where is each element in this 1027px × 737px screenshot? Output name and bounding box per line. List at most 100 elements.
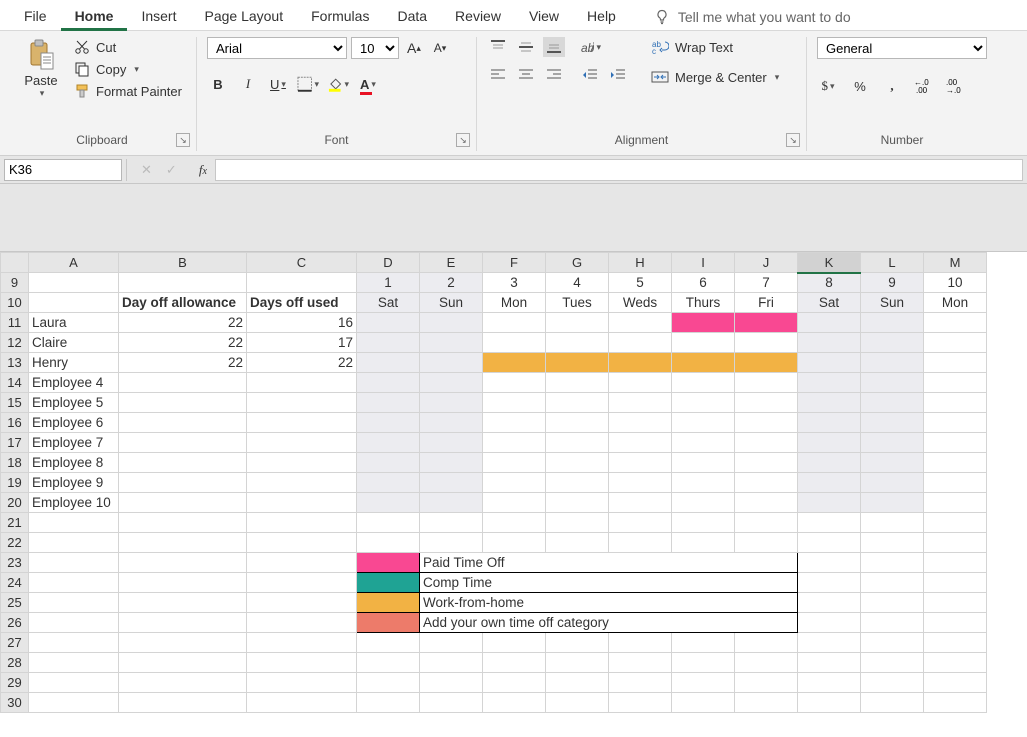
col-header-J[interactable]: J xyxy=(735,253,798,273)
decrease-font-icon[interactable]: A▾ xyxy=(429,37,451,59)
cell[interactable] xyxy=(420,533,483,553)
day-cell[interactable] xyxy=(609,373,672,393)
bold-button[interactable]: B xyxy=(207,73,229,95)
day-cell[interactable] xyxy=(357,313,420,333)
cell[interactable] xyxy=(420,653,483,673)
cell[interactable] xyxy=(29,573,119,593)
day-cell[interactable] xyxy=(672,373,735,393)
cell[interactable] xyxy=(247,553,357,573)
day-cell[interactable] xyxy=(672,473,735,493)
cell[interactable] xyxy=(924,633,987,653)
used-value[interactable] xyxy=(247,473,357,493)
cell[interactable] xyxy=(546,653,609,673)
day-cell[interactable] xyxy=(420,313,483,333)
row-header-16[interactable]: 16 xyxy=(1,413,29,433)
day-cell[interactable] xyxy=(483,313,546,333)
col-header-I[interactable]: I xyxy=(672,253,735,273)
align-center-icon[interactable] xyxy=(515,65,537,85)
day-name[interactable]: Fri xyxy=(735,293,798,313)
legend-label[interactable]: Comp Time xyxy=(420,573,798,593)
col-header-A[interactable]: A xyxy=(29,253,119,273)
cell[interactable] xyxy=(861,693,924,713)
row-header-26[interactable]: 26 xyxy=(1,613,29,633)
day-cell[interactable] xyxy=(861,353,924,373)
allowance-value[interactable]: 22 xyxy=(119,353,247,373)
cell[interactable] xyxy=(119,533,247,553)
day-number[interactable]: 10 xyxy=(924,273,987,293)
select-all-corner[interactable] xyxy=(1,253,29,273)
cell[interactable] xyxy=(29,273,119,293)
menu-tab-formulas[interactable]: Formulas xyxy=(297,4,383,31)
legend-color[interactable] xyxy=(357,553,420,573)
menu-tab-help[interactable]: Help xyxy=(573,4,630,31)
cell[interactable] xyxy=(29,533,119,553)
col-header-D[interactable]: D xyxy=(357,253,420,273)
orientation-icon[interactable]: ab▾ xyxy=(579,37,601,57)
row-header-14[interactable]: 14 xyxy=(1,373,29,393)
day-cell[interactable] xyxy=(924,393,987,413)
day-cell[interactable] xyxy=(609,333,672,353)
day-cell[interactable] xyxy=(483,433,546,453)
row-header-27[interactable]: 27 xyxy=(1,633,29,653)
day-number[interactable]: 3 xyxy=(483,273,546,293)
day-cell[interactable] xyxy=(924,473,987,493)
cell[interactable] xyxy=(483,513,546,533)
cell[interactable] xyxy=(609,633,672,653)
used-value[interactable] xyxy=(247,373,357,393)
cell[interactable] xyxy=(861,613,924,633)
increase-decimal-button[interactable]: ←.0.00 xyxy=(913,75,935,97)
cell[interactable] xyxy=(861,553,924,573)
align-top-icon[interactable] xyxy=(487,37,509,57)
cell[interactable] xyxy=(119,653,247,673)
allowance-value[interactable]: 22 xyxy=(119,313,247,333)
day-cell[interactable] xyxy=(357,413,420,433)
cell[interactable] xyxy=(735,513,798,533)
wrap-text-button[interactable]: abc Wrap Text xyxy=(647,37,783,57)
row-header-24[interactable]: 24 xyxy=(1,573,29,593)
increase-indent-icon[interactable] xyxy=(607,65,629,85)
cell[interactable] xyxy=(735,693,798,713)
menu-tab-data[interactable]: Data xyxy=(383,4,441,31)
dialog-launcher-icon[interactable]: ↘ xyxy=(176,133,190,147)
copy-button[interactable]: Copy ▾ xyxy=(70,59,186,79)
cell[interactable] xyxy=(861,573,924,593)
used-value[interactable] xyxy=(247,493,357,513)
cell[interactable] xyxy=(735,633,798,653)
day-cell[interactable] xyxy=(798,353,861,373)
cell[interactable] xyxy=(861,513,924,533)
day-cell[interactable] xyxy=(420,433,483,453)
cell[interactable] xyxy=(29,513,119,533)
employee-name[interactable]: Henry xyxy=(29,353,119,373)
cell[interactable] xyxy=(672,633,735,653)
cell[interactable] xyxy=(357,633,420,653)
header-used[interactable]: Days off used xyxy=(247,293,357,313)
used-value[interactable] xyxy=(247,453,357,473)
col-header-M[interactable]: M xyxy=(924,253,987,273)
employee-name[interactable]: Employee 8 xyxy=(29,453,119,473)
cell[interactable] xyxy=(357,673,420,693)
italic-button[interactable]: I xyxy=(237,73,259,95)
cell[interactable] xyxy=(119,673,247,693)
day-cell[interactable] xyxy=(735,353,798,373)
cell[interactable] xyxy=(247,573,357,593)
cell[interactable] xyxy=(798,553,861,573)
day-cell[interactable] xyxy=(798,393,861,413)
day-name[interactable]: Thurs xyxy=(672,293,735,313)
cell[interactable] xyxy=(119,553,247,573)
day-cell[interactable] xyxy=(546,353,609,373)
cell[interactable] xyxy=(247,513,357,533)
row-header-29[interactable]: 29 xyxy=(1,673,29,693)
cell[interactable] xyxy=(798,513,861,533)
day-cell[interactable] xyxy=(798,493,861,513)
merge-center-button[interactable]: Merge & Center ▾ xyxy=(647,67,783,87)
day-cell[interactable] xyxy=(357,333,420,353)
day-number[interactable]: 6 xyxy=(672,273,735,293)
cell[interactable] xyxy=(29,673,119,693)
cell[interactable] xyxy=(735,533,798,553)
cell[interactable] xyxy=(546,513,609,533)
used-value[interactable]: 22 xyxy=(247,353,357,373)
row-header-20[interactable]: 20 xyxy=(1,493,29,513)
col-header-H[interactable]: H xyxy=(609,253,672,273)
used-value[interactable]: 17 xyxy=(247,333,357,353)
cell[interactable] xyxy=(672,673,735,693)
